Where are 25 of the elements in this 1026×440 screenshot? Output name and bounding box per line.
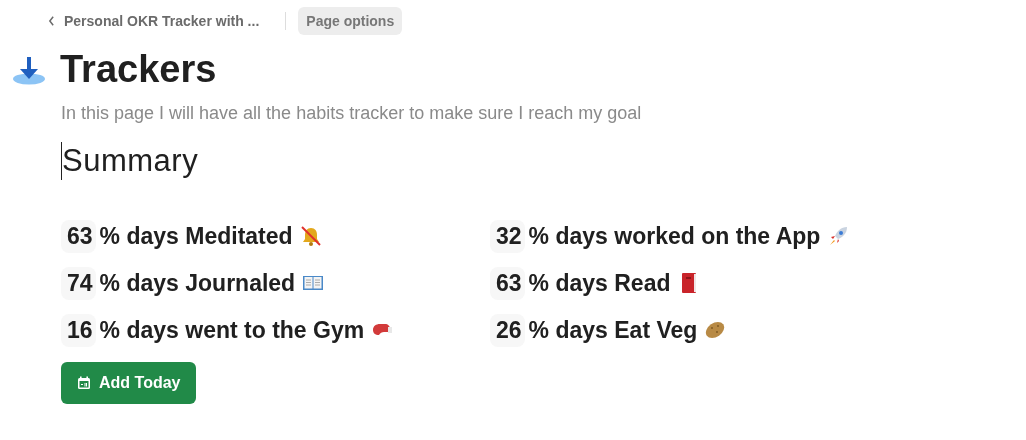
page-options-button[interactable]: Page options — [298, 7, 403, 35]
percentage-value: 32 — [490, 219, 525, 253]
page-title: Trackers — [60, 48, 217, 91]
back-link[interactable]: Personal OKR Tracker with ... — [44, 9, 264, 33]
rocket-icon — [827, 225, 850, 247]
percentage-value: 74 — [61, 266, 96, 300]
muted-bell-icon — [299, 225, 322, 247]
percentage-value: 16 — [61, 313, 96, 347]
stat-label: % days Eat Veg — [528, 316, 698, 344]
percentage-value: 63 — [490, 266, 525, 300]
text-cursor — [61, 142, 62, 180]
stat-label: % days Journaled — [99, 269, 296, 297]
percentage-value: 63 — [61, 219, 96, 253]
section-heading: Summary — [62, 143, 199, 179]
chevron-left-icon — [48, 16, 55, 26]
page-description: In this page I will have all the habits tracker to make sure I reach my goal — [61, 103, 643, 124]
potato-icon — [704, 319, 727, 341]
calendar-icon — [77, 376, 91, 390]
stat-label: % days Meditated — [99, 222, 293, 250]
percentage-value: 26 — [490, 313, 525, 347]
stat-label: % days Read — [528, 269, 671, 297]
stat-label: % days worked on the App — [528, 222, 821, 250]
down-arrow-icon — [12, 54, 46, 85]
stat-label: % days went to the Gym — [99, 316, 365, 344]
add-today-button[interactable]: Add Today — [61, 362, 197, 404]
